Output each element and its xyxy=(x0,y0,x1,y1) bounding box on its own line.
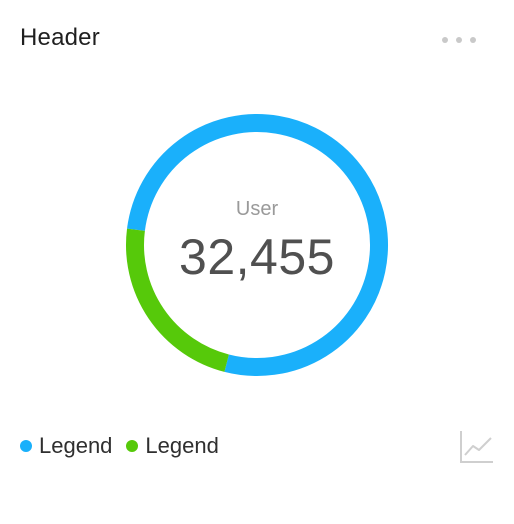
center-label: User xyxy=(235,198,279,220)
legend: Legend Legend xyxy=(20,433,233,459)
legend-swatch xyxy=(126,440,139,452)
legend-item[interactable]: Legend xyxy=(20,433,112,459)
legend-item[interactable]: Legend xyxy=(126,433,219,459)
legend-label: Legend xyxy=(145,433,219,458)
line-chart-icon[interactable] xyxy=(458,428,494,464)
legend-swatch xyxy=(20,440,32,452)
legend-label: Legend xyxy=(39,433,113,458)
stat-card: Header User 32,455 Legend Legend xyxy=(0,0,514,524)
center-value: 32,455 xyxy=(179,229,335,285)
